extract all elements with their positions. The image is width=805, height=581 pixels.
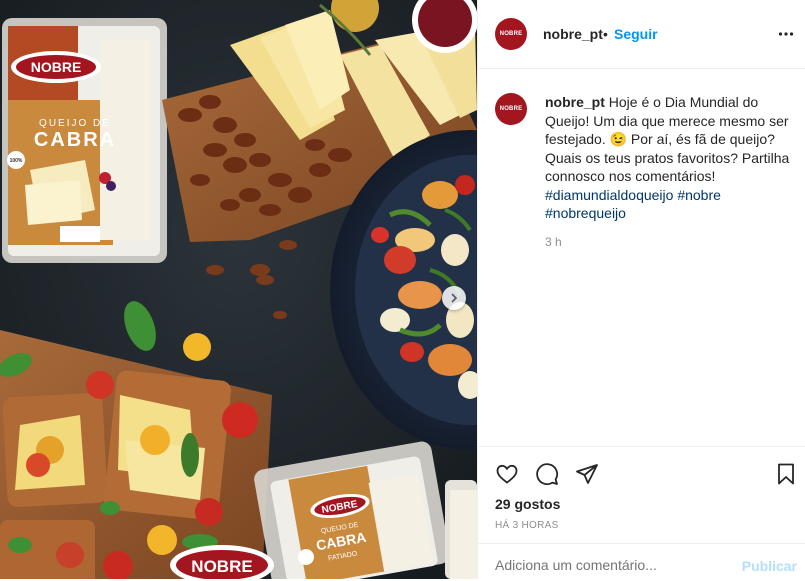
comment-box: Publicar [478,543,805,581]
hashtag-link[interactable]: #nobrequeijo [545,205,626,221]
cheese-package-top: NOBRE QUEIJO DE CABRA 100% [2,18,167,263]
package-badge-top: 100% [10,158,23,164]
caption-username[interactable]: nobre_pt [545,94,605,110]
hashtag-link[interactable]: #diamundialdoqueijo [545,187,673,203]
post-header: NOBRE nobre_pt • Seguir [478,0,805,69]
caption-avatar-logo: NOBRE [499,106,523,112]
more-horizontal-icon[interactable] [778,26,794,42]
chevron-right-icon [451,293,458,303]
post-image-illustration: NOBRE QUEIJO DE CABRA 100% NOBRE QUEIJO … [0,0,477,579]
package-brand-bottom-left: NOBRE [191,557,252,576]
caption-timestamp: 3 h [545,235,562,249]
avatar-logo: NOBRE [499,31,523,37]
bookmark-icon[interactable] [774,462,798,486]
likes-count[interactable]: 29 gostos [495,496,560,512]
post-caption: nobre_pt Hoje é o Dia Mundial do Queijo!… [545,93,795,223]
post-photo: NOBRE QUEIJO DE CABRA 100% NOBRE QUEIJO … [0,0,477,579]
post-age: HÁ 3 HORAS [495,520,559,531]
follow-button[interactable]: Seguir [614,26,658,42]
package-label-top-2: CABRA [34,129,116,151]
post-side-panel: NOBRE nobre_pt • Seguir NOBRE nobre_pt H… [477,0,805,579]
share-icon[interactable] [575,462,599,486]
avatar[interactable]: NOBRE [495,18,527,50]
hashtag-link[interactable]: #nobre [677,187,721,203]
package-label-top-1: QUEIJO DE [39,118,111,129]
post-actions: 29 gostos HÁ 3 HORAS Publicar [478,446,805,580]
comment-input[interactable] [495,557,725,573]
comment-icon[interactable] [535,462,559,486]
publish-button[interactable]: Publicar [742,558,797,574]
caption-avatar[interactable]: NOBRE [495,93,527,125]
header-username[interactable]: nobre_pt [543,26,603,42]
heart-icon[interactable] [495,462,519,486]
package-brand-top: NOBRE [31,59,82,75]
header-separator: • [603,26,608,42]
carousel-next-button[interactable] [442,286,466,310]
